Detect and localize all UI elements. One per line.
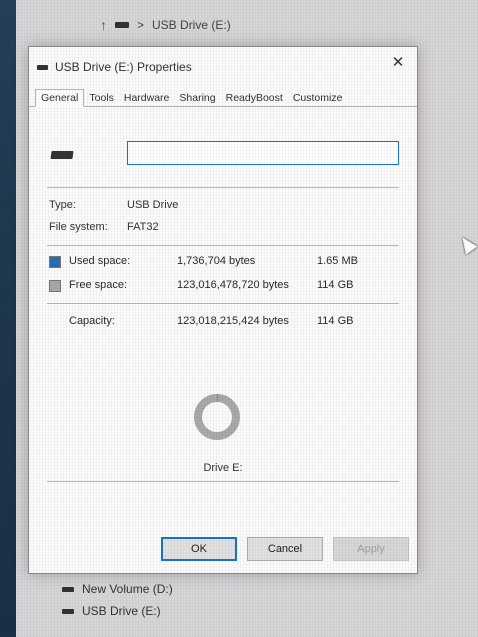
desktop-strip [0,0,16,637]
capacity-label: Capacity: [69,315,115,327]
tab-customize[interactable]: Customize [288,90,348,106]
usb-drive-icon [37,64,48,70]
list-item-new-volume[interactable]: New Volume (D:) [62,578,173,600]
close-icon: ✕ [391,54,405,71]
free-space-swatch [49,280,61,292]
list-item-label: USB Drive (E:) [82,604,161,618]
general-tab-content: Type: USB Drive File system: FAT32 Used … [29,107,417,547]
file-system-label: File system: [49,221,108,233]
usb-drive-icon [115,22,129,28]
file-system-row: File system: FAT32 [49,221,159,233]
volume-label-input[interactable] [127,141,399,165]
capacity-size: 114 GB [317,315,354,327]
usb-drive-icon [50,151,74,159]
usb-drive-icon [62,608,74,614]
dialog-button-row: OK Cancel Apply [29,537,417,563]
type-label: Type: [49,199,76,211]
up-arrow-icon[interactable]: ↑ [100,17,107,33]
used-space-bytes: 1,736,704 bytes [177,255,256,267]
divider [47,187,399,188]
used-space-row: Used space: 1,736,704 bytes 1.65 MB [49,255,401,271]
free-space-size: 114 GB [317,279,354,291]
explorer-address-bar[interactable]: ↑ > USB Drive (E:) [100,14,231,36]
free-space-label: Free space: [69,279,128,291]
divider [47,245,399,246]
list-item-label: New Volume (D:) [82,582,173,596]
properties-dialog: USB Drive (E:) Properties ✕ General Tool… [28,46,418,574]
free-space-row: Free space: 123,016,478,720 bytes 114 GB [49,279,401,295]
capacity-row: Capacity: 123,018,215,424 bytes 114 GB [49,315,401,331]
dialog-title: USB Drive (E:) Properties [55,60,192,74]
drive-caption: Drive E: [203,462,243,474]
used-space-swatch [49,256,61,268]
breadcrumb-separator: > [137,18,145,32]
tab-hardware[interactable]: Hardware [119,90,175,106]
tab-general[interactable]: General [35,89,85,107]
tab-readyboost[interactable]: ReadyBoost [221,90,288,106]
tab-tools[interactable]: Tools [84,90,119,106]
type-row: Type: USB Drive [49,199,178,211]
divider [47,481,399,482]
close-button[interactable]: ✕ [387,51,409,73]
drive-icon [62,586,74,592]
used-space-size: 1.65 MB [317,255,358,267]
free-space-bytes: 123,016,478,720 bytes [177,279,289,291]
apply-button[interactable]: Apply [333,537,409,561]
file-system-value: FAT32 [127,221,159,233]
explorer-drive-list: New Volume (D:) USB Drive (E:) [62,578,173,622]
type-value: USB Drive [127,199,179,211]
tab-sharing[interactable]: Sharing [174,90,220,106]
ok-button[interactable]: OK [161,537,237,561]
divider [47,303,399,304]
used-space-label: Used space: [69,255,131,267]
dialog-titlebar[interactable]: USB Drive (E:) Properties ✕ [29,47,417,87]
capacity-bytes: 123,018,215,424 bytes [177,315,289,327]
tab-bar: General Tools Hardware Sharing ReadyBoos… [29,87,417,107]
cancel-button[interactable]: Cancel [247,537,323,561]
free-space-ring [194,394,240,440]
breadcrumb[interactable]: USB Drive (E:) [152,18,231,32]
list-item-usb-drive[interactable]: USB Drive (E:) [62,600,173,622]
usage-donut-chart [194,394,240,440]
